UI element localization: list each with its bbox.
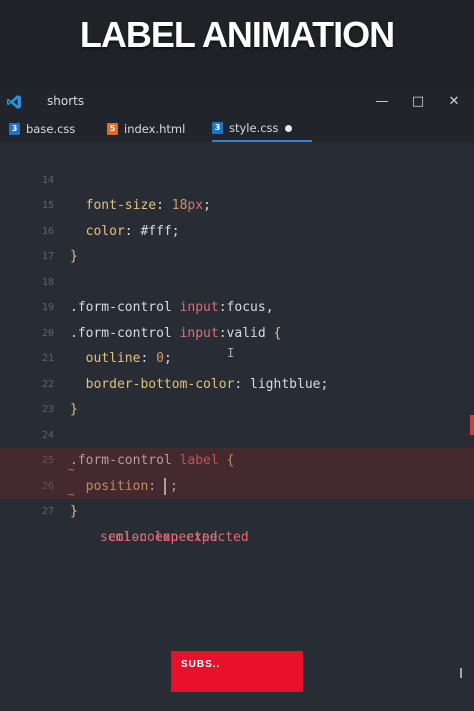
mouse-ibeam-icon: I	[227, 346, 235, 360]
minimize-button[interactable]: —	[372, 92, 392, 112]
close-button[interactable]: ✕	[444, 92, 464, 112]
code-line: 14 font-size: 18px;	[0, 142, 474, 214]
tab-style-css[interactable]: 3 style.css	[212, 116, 312, 142]
css-file-icon: 3	[9, 123, 20, 135]
tab-base-css[interactable]: 3 base.css	[9, 116, 75, 142]
code-line: 22 }	[0, 346, 474, 418]
maximize-button[interactable]: □	[408, 92, 428, 112]
banner-title: LABEL ANIMATION	[79, 14, 395, 55]
scrollbar-thumb[interactable]	[460, 668, 462, 678]
window-title: shorts	[47, 94, 85, 108]
html-file-icon: 5	[107, 123, 118, 135]
error-squiggle-icon: ~	[68, 488, 75, 501]
code-line: 23	[0, 372, 474, 415]
code-line: 15 color: #fff;	[0, 168, 474, 239]
vscode-logo-icon	[7, 95, 21, 109]
line-number: 27	[41, 506, 54, 517]
code-editor[interactable]: 14 font-size: 18px; 15 color: #fff; 16 }…	[0, 142, 474, 711]
code-line: 25 position: ;	[0, 423, 474, 495]
code-line: 19 .form-control input:valid {	[0, 270, 474, 341]
tab-label: base.css	[26, 122, 76, 136]
code-line: 20 outline: 0;	[0, 295, 474, 367]
line-code: }	[70, 504, 78, 519]
code-line: 21 border-bottom-color: lightblue;	[0, 321, 474, 392]
tab-label: style.css	[229, 121, 279, 135]
title-bar: shorts — □ ✕	[0, 88, 474, 116]
css-file-icon: 3	[212, 122, 223, 134]
tab-label: index.html	[124, 122, 186, 136]
code-line: 17	[0, 219, 474, 262]
tab-index-html[interactable]: 5 index.html	[107, 116, 185, 142]
code-line: 16 }	[0, 193, 474, 265]
code-line: 18 .form-control input:focus,	[0, 244, 474, 316]
tab-bar: 3 base.css 5 index.html 3 style.css	[0, 116, 474, 142]
subscribe-label: SUBS..	[181, 659, 221, 670]
unsaved-dot-icon[interactable]	[284, 124, 292, 132]
scrollbar-error-marker[interactable]	[470, 415, 474, 435]
error-message-semicolon: semi-colon expected	[100, 529, 249, 545]
video-banner: LABEL ANIMATION	[0, 0, 474, 88]
subscribe-button[interactable]: SUBS..	[171, 651, 303, 692]
vscode-window: shorts — □ ✕ 3 base.css 5 index.html 3 s…	[0, 88, 474, 711]
code-line: 24 .form-control label {	[0, 397, 474, 469]
